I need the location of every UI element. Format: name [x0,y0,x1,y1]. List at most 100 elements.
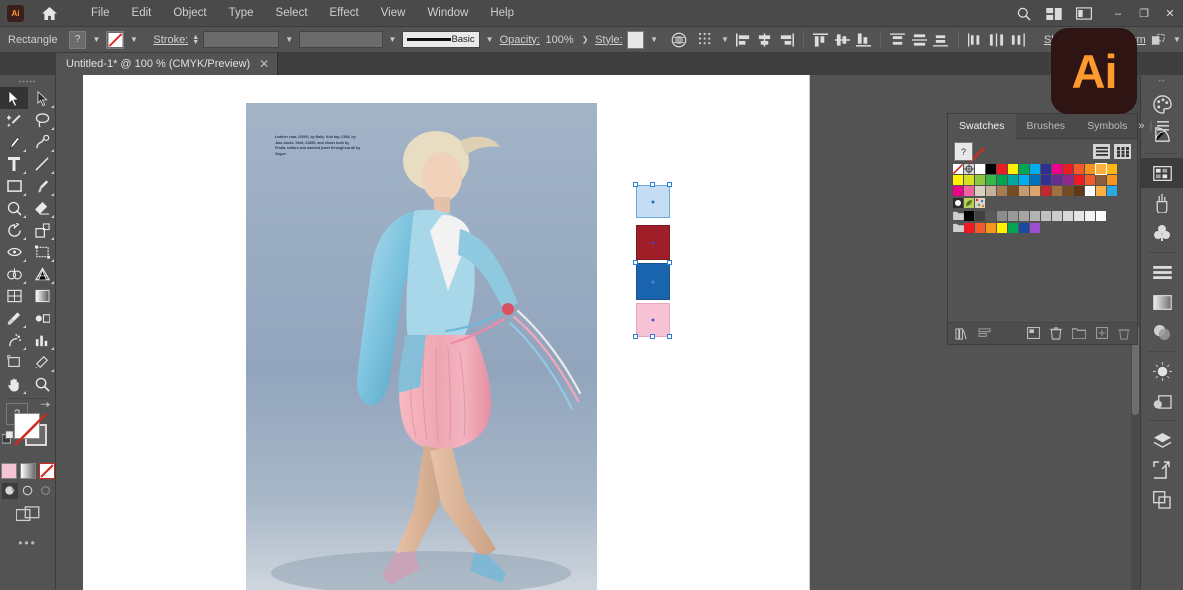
minimize-button[interactable]: – [1105,8,1131,20]
show-swatch-kinds-icon[interactable] [978,327,991,340]
swatch-red3[interactable] [1074,175,1084,185]
close-button[interactable]: ✕ [1157,7,1183,20]
line-segment-tool[interactable] [28,153,56,175]
gradient-tool[interactable] [28,285,56,307]
swatch-cyan2[interactable] [1019,175,1029,185]
artboard[interactable]: Leather coat, £6000, by Bally. Knit top,… [83,75,810,590]
arrange-documents-icon[interactable] [1039,7,1069,20]
align-bottom-icon[interactable] [855,30,872,49]
mesh-tool[interactable] [0,285,28,307]
swatch-navy[interactable] [1041,164,1051,174]
color-panel-icon[interactable] [1141,89,1183,119]
swatch-brown3[interactable] [1052,186,1062,196]
distribute-center-horizontal-icon[interactable] [988,30,1005,49]
swatch-pattern-confetti[interactable] [975,198,985,208]
color-mode-icon[interactable] [0,463,17,479]
selection-group[interactable] [633,182,672,339]
style-chevron-down-icon[interactable]: ▼ [648,35,660,44]
distribute-center-vertical-icon[interactable] [911,30,928,49]
draw-behind-icon[interactable] [20,483,36,499]
stroke-profile-chevron-down-icon[interactable]: ▼ [387,35,399,44]
pen-tool[interactable] [0,131,28,153]
tab-swatches[interactable]: Swatches [948,113,1016,139]
swatch-blue[interactable] [1030,175,1040,185]
tab-symbols[interactable]: Symbols [1076,114,1138,139]
none-swatch-icon[interactable]: ? [954,142,973,161]
color-group-folder-icon[interactable] [953,211,964,221]
selection-anchor[interactable] [650,334,655,339]
selection-anchor[interactable] [667,182,672,187]
swatch-gray-2[interactable] [986,211,996,221]
swatch-gray-9[interactable] [1063,211,1073,221]
swatch-black[interactable] [986,164,996,174]
swatch-rect-dark-red[interactable] [636,225,670,260]
swatch-green[interactable] [1019,164,1029,174]
magic-wand-tool[interactable] [0,109,28,131]
swatch-brown2[interactable] [997,186,1007,196]
search-icon[interactable] [1009,7,1039,21]
eraser-tool[interactable] [28,197,56,219]
swatch-gray-5[interactable] [1019,211,1029,221]
shape-builder-tool[interactable] [0,263,28,285]
list-view-icon[interactable] [1093,144,1110,159]
menu-type[interactable]: Type [218,3,265,23]
ai-logo-icon[interactable]: Ai [7,4,24,22]
align-center-horizontal-icon[interactable] [756,30,773,49]
swatch-navy2[interactable] [1041,175,1051,185]
swatch-beige[interactable] [975,186,985,196]
home-icon[interactable] [38,6,60,20]
gradient-mode-icon[interactable] [19,463,36,479]
swatch-gray-8[interactable] [1052,211,1062,221]
swatch-libraries-icon[interactable] [955,327,968,340]
swatch-cyan[interactable] [1030,164,1040,174]
distribute-left-icon[interactable] [966,30,983,49]
swatches-panel-icon[interactable] [1141,158,1183,188]
panel-dock-grip[interactable]: •• [1141,75,1183,87]
swatch-gray-6[interactable] [1030,211,1040,221]
artboard-tool[interactable] [0,351,28,373]
swatch-pink[interactable] [953,186,963,196]
swatch-grid[interactable] [948,163,1137,233]
hand-tool[interactable] [0,373,28,395]
swatch-pattern-dot[interactable] [953,198,963,208]
swatch-tan2[interactable] [1019,186,1029,196]
swatch-gray-10[interactable] [1074,211,1084,221]
swatch-teal[interactable] [1008,175,1018,185]
placed-photo[interactable]: Leather coat, £6000, by Bally. Knit top,… [246,103,597,590]
menu-edit[interactable]: Edit [121,3,163,23]
width-tool[interactable] [0,241,28,263]
swatch-yellow[interactable] [1008,164,1018,174]
menu-file[interactable]: File [80,3,121,23]
recolor-artwork-icon[interactable] [670,30,687,49]
swatch-gray-7[interactable] [1041,211,1051,221]
swatch-lime[interactable] [975,175,985,185]
swatch-orange2[interactable] [1085,175,1095,185]
transform-chevron-down-icon[interactable]: ▼ [1171,35,1183,44]
align-chevron-down-icon[interactable]: ▼ [719,35,731,44]
opacity-more-icon[interactable]: ❯ [579,35,591,44]
align-panel-icon[interactable] [1141,257,1183,287]
change-screen-mode-icon[interactable] [0,506,55,524]
selection-anchor[interactable] [667,334,672,339]
swatch-crimson[interactable] [1041,186,1051,196]
stroke-chevron-down-icon[interactable]: ▼ [128,35,140,44]
swatch-rect-blue[interactable] [636,263,670,300]
swatch-bright-yellow[interactable] [997,223,1007,233]
align-left-icon[interactable] [735,30,752,49]
distribute-bottom-icon[interactable] [932,30,949,49]
menu-window[interactable]: Window [416,3,479,23]
selection-anchor[interactable] [667,260,672,265]
tools-panel-grip[interactable]: ••••• [0,77,55,87]
swatch-bright-orange[interactable] [975,223,985,233]
lasso-tool[interactable] [28,109,56,131]
symbols-panel-icon[interactable] [1141,218,1183,248]
swatch-white2[interactable] [1085,186,1095,196]
fill-chevron-down-icon[interactable]: ▼ [90,35,102,44]
swatch-brown4[interactable] [1063,186,1073,196]
selection-anchor[interactable] [633,182,638,187]
rotate-tool[interactable] [0,219,28,241]
swatch-gray-0[interactable] [964,211,974,221]
brush-chevron-down-icon[interactable]: ▼ [484,35,496,44]
align-top-icon[interactable] [812,30,829,49]
draw-normal-icon[interactable] [1,483,18,499]
